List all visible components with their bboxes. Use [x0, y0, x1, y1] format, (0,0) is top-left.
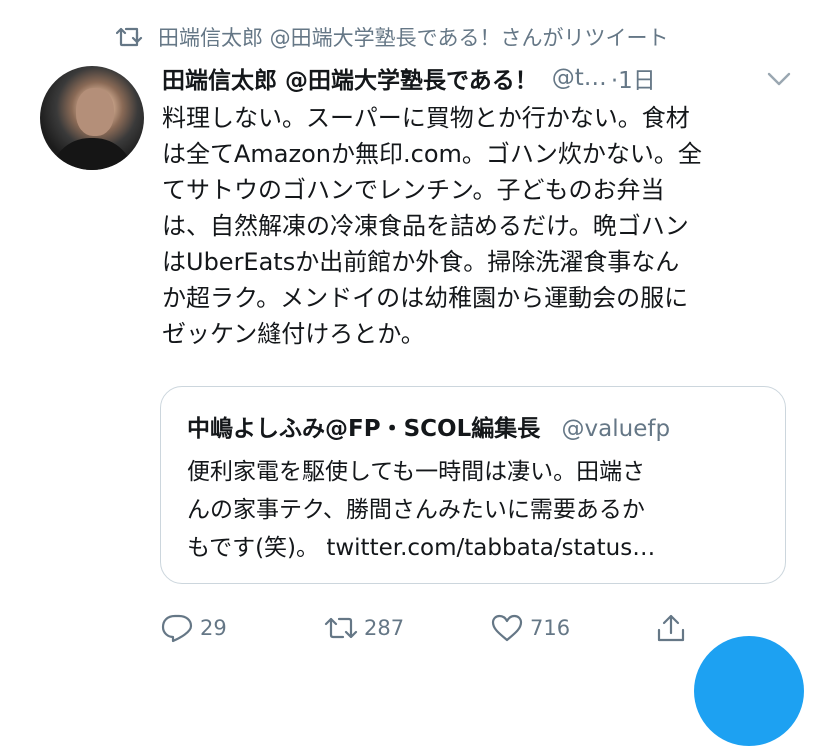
- retweet-button[interactable]: 287: [324, 606, 404, 650]
- author-handle[interactable]: @t…: [552, 65, 607, 91]
- reply-icon: [161, 614, 193, 643]
- tweet-header: 田端信太郎 @田端大学塾長である！ @t… ·1日: [162, 58, 802, 98]
- compose-fab-button[interactable]: [694, 636, 804, 746]
- quoted-author-handle: @valuefp: [561, 416, 671, 442]
- share-icon: [657, 614, 685, 642]
- reply-count: 29: [200, 616, 227, 640]
- retweet-icon: [324, 617, 358, 639]
- retweet-count: 287: [364, 616, 405, 640]
- chevron-down-icon[interactable]: [766, 70, 792, 88]
- share-button[interactable]: [654, 606, 694, 650]
- tweet-body-line: は全てAmazonか無印.com。ゴハン炊かない。全: [162, 140, 702, 168]
- tweet-body-line: ゼッケン縫付けろとか。: [162, 320, 425, 348]
- quoted-tweet-body: 便利家電を駆使しても一時間は凄い。田端さ んの家事テク、勝間さんみたいに需要ある…: [187, 453, 767, 567]
- tweet-body-line: か超ラク。メンドイのは幼稚園から運動会の服に: [162, 284, 689, 312]
- like-button[interactable]: 716: [490, 606, 570, 650]
- tweet-actions: 29 287 716: [160, 606, 720, 650]
- retweet-banner-text[interactable]: 田端信太郎 @田端大学塾長である！さんがリツイート: [158, 22, 668, 52]
- tweet-body-line: 料理しない。スーパーに買物とか行かない。食材: [162, 104, 690, 132]
- avatar-shirt: [50, 138, 134, 170]
- avatar[interactable]: [40, 66, 144, 170]
- quoted-body-line: 便利家電を駆使しても一時間は凄い。田端さ: [187, 459, 646, 485]
- reply-button[interactable]: 29: [160, 606, 227, 650]
- quoted-body-line: んの家事テク、勝間さんみたいに需要あるか: [187, 497, 645, 523]
- author-name[interactable]: 田端信太郎 @田端大学塾長である！: [162, 61, 538, 95]
- retweet-banner[interactable]: 田端信太郎 @田端大学塾長である！さんがリツイート: [116, 20, 668, 54]
- tweet-body-line: は、自然解凍の冷凍食品を詰めるだけ。晩ゴハン: [162, 212, 689, 240]
- tweet-body: 料理しない。スーパーに買物とか行かない。食材 は全てAmazonか無印.com。…: [162, 100, 802, 352]
- quoted-tweet-header: 中嶋よしふみ@FP・SCOL編集長 @valuefp: [187, 409, 670, 443]
- quoted-author-name: 中嶋よしふみ@FP・SCOL編集長: [187, 416, 541, 442]
- quoted-body-line: もです(笑)。 twitter.com/tabbata/status…: [187, 535, 656, 561]
- retweet-icon: [116, 27, 143, 47]
- like-count: 716: [530, 616, 571, 640]
- tweet-time[interactable]: ·1日: [611, 61, 656, 95]
- heart-icon: [491, 614, 523, 642]
- avatar-head: [76, 88, 114, 136]
- tweet-body-line: はUberEatsか出前館か外食。掃除洗濯食事なん: [162, 248, 680, 276]
- tweet-body-line: てサトウのゴハンでレンチン。子どものお弁当: [162, 176, 665, 204]
- quoted-tweet[interactable]: 中嶋よしふみ@FP・SCOL編集長 @valuefp 便利家電を駆使しても一時間…: [160, 386, 786, 584]
